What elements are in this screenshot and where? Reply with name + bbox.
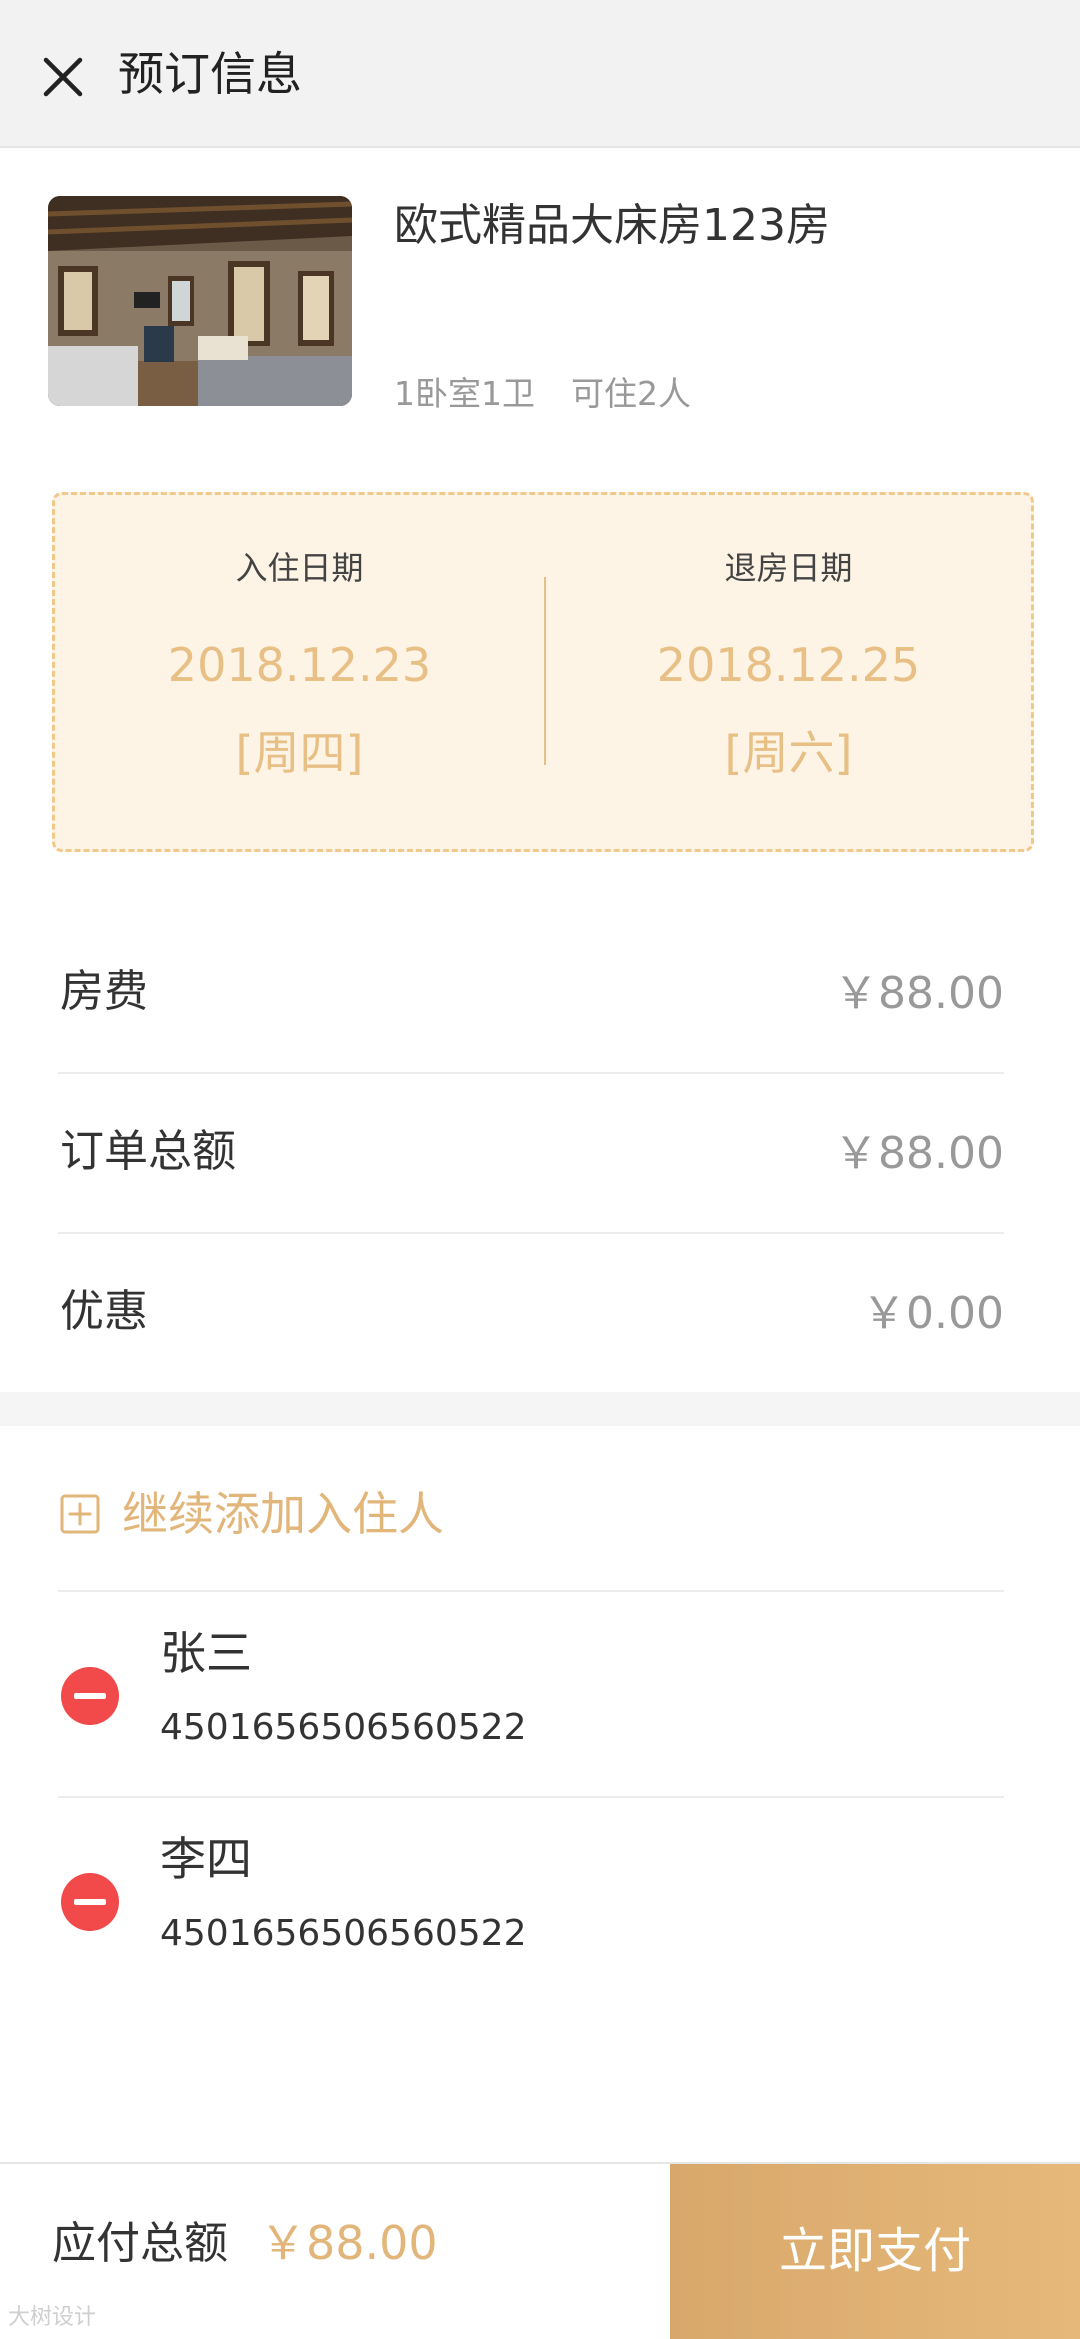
- top-bar: 预订信息: [0, 0, 1080, 148]
- guest-id-number: 4501656506560522: [160, 1707, 527, 1748]
- watermark: 大树设计: [8, 2305, 97, 2330]
- remove-icon[interactable]: [60, 1872, 120, 1932]
- checkout-value: 2018.12.25: [656, 638, 921, 692]
- guest-list: 张三 4501656506560522 李四 4501656506560522: [58, 1592, 1004, 2002]
- fee-label: 订单总额: [60, 1126, 236, 1177]
- guest-name: 张三: [160, 1626, 252, 1680]
- total-value: ￥88.00: [260, 2216, 438, 2270]
- add-guest-button[interactable]: 继续添加入住人: [58, 1458, 1004, 1592]
- plus-square-icon: [60, 1494, 100, 1534]
- fee-value: ￥88.00: [834, 1128, 1004, 1179]
- pay-now-button[interactable]: 立即支付: [670, 2164, 1080, 2339]
- fee-value: ￥0.00: [862, 1288, 1004, 1339]
- room-name: 欧式精品大床房123房: [394, 200, 830, 251]
- checkout-date[interactable]: 退房日期 2018.12.25 [周六]: [544, 495, 1033, 849]
- guest-name: 李四: [160, 1832, 252, 1886]
- checkin-value: 2018.12.23: [167, 638, 432, 692]
- list-item: 张三 4501656506560522: [58, 1592, 1004, 1798]
- fee-value: ￥88.00: [834, 968, 1004, 1019]
- fee-list: 房费 ￥88.00 订单总额 ￥88.00 优惠 ￥0.00: [58, 914, 1004, 1392]
- section-divider: [0, 1392, 1080, 1426]
- checkin-label: 入住日期: [235, 549, 364, 587]
- room-specs: 1卧室1卫 可住2人: [394, 372, 691, 416]
- fee-row-discount: 优惠 ￥0.00: [58, 1234, 1004, 1392]
- page-title: 预订信息: [118, 47, 302, 101]
- checkin-weekday: [周四]: [235, 726, 364, 780]
- room-photo: [48, 196, 352, 406]
- room-card: 欧式精品大床房123房 1卧室1卫 可住2人: [0, 148, 1080, 448]
- bottom-bar: 应付总额 ￥88.00 立即支付: [0, 2162, 1080, 2339]
- checkin-date[interactable]: 入住日期 2018.12.23 [周四]: [55, 495, 544, 849]
- fee-label: 房费: [60, 966, 148, 1017]
- stay-dates-box[interactable]: 入住日期 2018.12.23 [周四] 退房日期 2018.12.25 [周六…: [52, 492, 1034, 852]
- room-bedrooms: 1卧室1卫: [394, 374, 535, 413]
- fee-label: 优惠: [60, 1286, 148, 1337]
- fee-row-order-total: 订单总额 ￥88.00: [58, 1074, 1004, 1234]
- add-guest-label: 继续添加入住人: [122, 1487, 444, 1541]
- remove-icon[interactable]: [60, 1666, 120, 1726]
- checkout-weekday: [周六]: [724, 726, 853, 780]
- list-item: 李四 4501656506560522: [58, 1798, 1004, 2002]
- fee-row-room: 房费 ￥88.00: [58, 914, 1004, 1074]
- close-icon[interactable]: [40, 54, 86, 100]
- room-capacity: 可住2人: [571, 374, 691, 413]
- guest-id-number: 4501656506560522: [160, 1913, 527, 1954]
- total-label: 应付总额: [52, 2218, 228, 2269]
- checkout-label: 退房日期: [724, 549, 853, 587]
